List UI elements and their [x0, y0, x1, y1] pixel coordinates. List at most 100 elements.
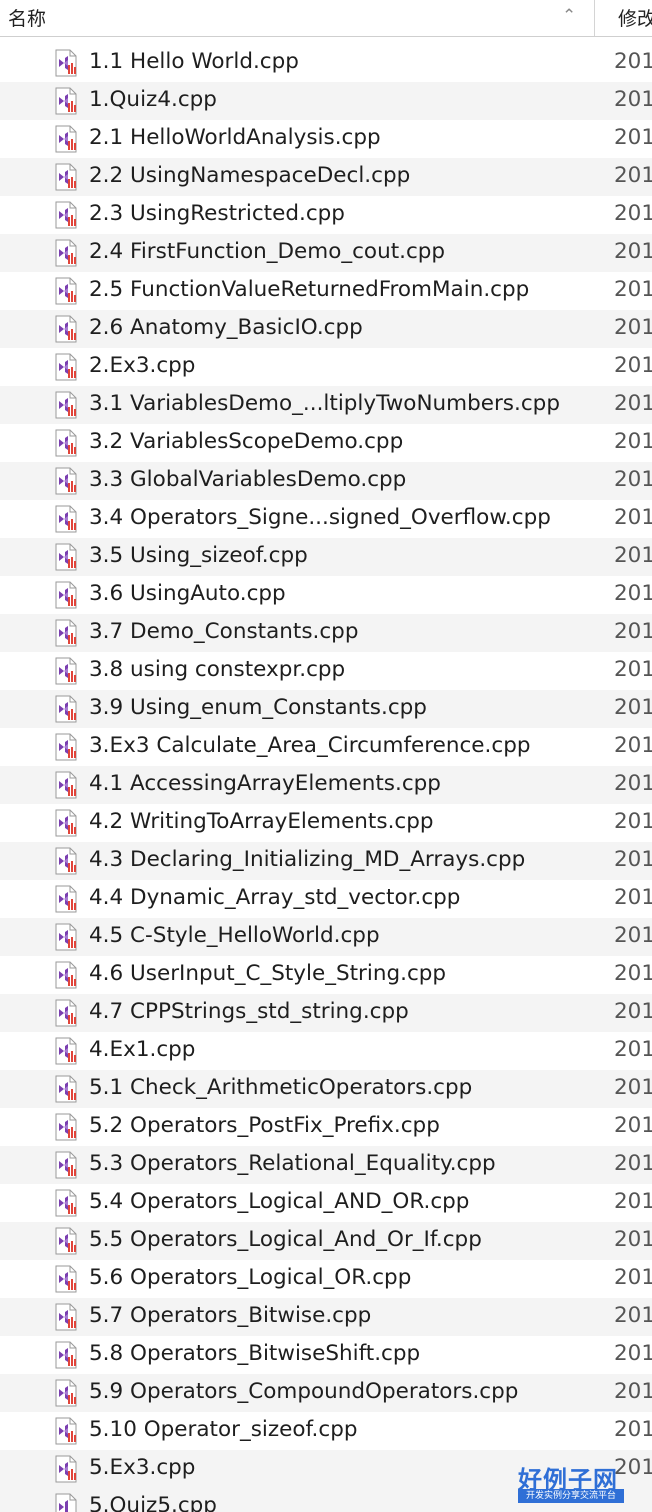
site-watermark: 好例子网 开发实例分享交流平台 [518, 1460, 630, 1504]
file-row[interactable]: 3.2 VariablesScopeDemo.cpp 201 [0, 424, 652, 462]
file-modified-date: 201 [614, 657, 652, 682]
file-modified-date: 201 [614, 429, 652, 454]
file-row[interactable]: 5.2 Operators_PostFix_Prefix.cpp 201 [0, 1108, 652, 1146]
file-row[interactable]: 3.3 GlobalVariablesDemo.cpp 201 [0, 462, 652, 500]
cpp-file-icon [55, 1227, 77, 1255]
name-column-header[interactable]: 名称 ⌃ [0, 0, 595, 36]
file-name: 5.2 Operators_PostFix_Prefix.cpp [89, 1113, 440, 1138]
file-row[interactable]: 3.1 VariablesDemo_...ltiplyTwoNumbers.cp… [0, 386, 652, 424]
cpp-file-icon [55, 847, 77, 875]
file-modified-date: 201 [614, 695, 652, 720]
file-row[interactable]: 1.1 Hello World.cpp 201 [0, 44, 652, 82]
file-modified-date: 201 [614, 1037, 652, 1062]
file-row[interactable]: 2.Ex3.cpp 201 [0, 348, 652, 386]
file-modified-date: 201 [614, 239, 652, 264]
cpp-file-icon [55, 353, 77, 381]
file-row[interactable]: 5.9 Operators_CompoundOperators.cpp 201 [0, 1374, 652, 1412]
file-row[interactable]: 4.3 Declaring_Initializing_MD_Arrays.cpp… [0, 842, 652, 880]
cpp-file-icon [55, 49, 77, 77]
cpp-file-icon [55, 429, 77, 457]
file-row[interactable]: 5.3 Operators_Relational_Equality.cpp 201 [0, 1146, 652, 1184]
file-row[interactable]: 5.6 Operators_Logical_OR.cpp 201 [0, 1260, 652, 1298]
file-name: 3.9 Using_enum_Constants.cpp [89, 695, 427, 720]
file-row[interactable]: 3.5 Using_sizeof.cpp 201 [0, 538, 652, 576]
file-row[interactable]: 5.7 Operators_Bitwise.cpp 201 [0, 1298, 652, 1336]
file-row[interactable]: 5.1 Check_ArithmeticOperators.cpp 201 [0, 1070, 652, 1108]
cpp-file-icon [55, 1493, 77, 1512]
file-row[interactable]: 1.Quiz4.cpp 201 [0, 82, 652, 120]
file-row[interactable]: 2.3 UsingRestricted.cpp 201 [0, 196, 652, 234]
file-name: 2.2 UsingNamespaceDecl.cpp [89, 163, 411, 188]
file-name: 4.6 UserInput_C_Style_String.cpp [89, 961, 447, 986]
file-row[interactable]: 3.4 Operators_Signe...signed_Overflow.cp… [0, 500, 652, 538]
cpp-file-icon [55, 1189, 77, 1217]
cpp-file-icon [55, 999, 77, 1027]
file-name: 3.7 Demo_Constants.cpp [89, 619, 359, 644]
file-row[interactable]: 4.5 C-Style_HelloWorld.cpp 201 [0, 918, 652, 956]
file-row[interactable]: 3.9 Using_enum_Constants.cpp 201 [0, 690, 652, 728]
file-name: 5.8 Operators_BitwiseShift.cpp [89, 1341, 421, 1366]
file-name: 4.Ex1.cpp [89, 1037, 196, 1062]
modified-column-label[interactable]: 修改 [618, 4, 652, 31]
file-row[interactable]: 2.4 FirstFunction_Demo_cout.cpp 201 [0, 234, 652, 272]
file-row[interactable]: 3.8 using constexpr.cpp 201 [0, 652, 652, 690]
file-row[interactable]: 5.10 Operator_sizeof.cpp 201 [0, 1412, 652, 1450]
file-modified-date: 201 [614, 619, 652, 644]
file-modified-date: 201 [614, 1341, 652, 1366]
file-name: 2.Ex3.cpp [89, 353, 196, 378]
file-modified-date: 201 [614, 1265, 652, 1290]
file-name: 5.Quiz5.cpp [89, 1493, 217, 1512]
file-name: 5.Ex3.cpp [89, 1455, 196, 1480]
file-row[interactable]: 4.7 CPPStrings_std_string.cpp 201 [0, 994, 652, 1032]
file-row[interactable]: 3.Ex3 Calculate_Area_Circumference.cpp 20… [0, 728, 652, 766]
file-name: 3.1 VariablesDemo_...ltiplyTwoNumbers.cp… [89, 391, 560, 416]
file-row[interactable]: 5.5 Operators_Logical_And_Or_If.cpp 201 [0, 1222, 652, 1260]
file-row[interactable]: 4.Ex1.cpp 201 [0, 1032, 652, 1070]
file-row[interactable]: 4.6 UserInput_C_Style_String.cpp 201 [0, 956, 652, 994]
cpp-file-icon [55, 1037, 77, 1065]
file-row[interactable]: 2.6 Anatomy_BasicIO.cpp 201 [0, 310, 652, 348]
cpp-file-icon [55, 961, 77, 989]
file-modified-date: 201 [614, 1075, 652, 1100]
file-name: 3.3 GlobalVariablesDemo.cpp [89, 467, 407, 492]
file-modified-date: 201 [614, 315, 652, 340]
file-row[interactable]: 4.2 WritingToArrayElements.cpp 201 [0, 804, 652, 842]
file-modified-date: 201 [614, 1417, 652, 1442]
file-name: 5.9 Operators_CompoundOperators.cpp [89, 1379, 519, 1404]
file-row[interactable]: 2.1 HelloWorldAnalysis.cpp 201 [0, 120, 652, 158]
file-name: 1.1 Hello World.cpp [89, 49, 299, 74]
file-row[interactable]: 2.2 UsingNamespaceDecl.cpp 201 [0, 158, 652, 196]
file-modified-date: 201 [614, 733, 652, 758]
file-modified-date: 201 [614, 505, 652, 530]
file-row[interactable]: 5.4 Operators_Logical_AND_OR.cpp 201 [0, 1184, 652, 1222]
file-row[interactable]: 3.7 Demo_Constants.cpp 201 [0, 614, 652, 652]
file-name: 4.5 C-Style_HelloWorld.cpp [89, 923, 380, 948]
cpp-file-icon [55, 1455, 77, 1483]
cpp-file-icon [55, 1379, 77, 1407]
file-name: 5.10 Operator_sizeof.cpp [89, 1417, 358, 1442]
file-modified-date: 201 [614, 1227, 652, 1252]
file-name: 4.7 CPPStrings_std_string.cpp [89, 999, 409, 1024]
file-row[interactable]: 4.4 Dynamic_Array_std_vector.cpp 201 [0, 880, 652, 918]
cpp-file-icon [55, 1265, 77, 1293]
file-modified-date: 201 [614, 201, 652, 226]
cpp-file-icon [55, 885, 77, 913]
file-modified-date: 201 [614, 1303, 652, 1328]
file-modified-date: 201 [614, 1151, 652, 1176]
file-row[interactable]: 2.5 FunctionValueReturnedFromMain.cpp 201 [0, 272, 652, 310]
sort-ascending-icon[interactable]: ⌃ [562, 6, 576, 26]
file-modified-date: 201 [614, 581, 652, 606]
file-name: 4.1 AccessingArrayElements.cpp [89, 771, 441, 796]
cpp-file-icon [55, 87, 77, 115]
file-modified-date: 201 [614, 771, 652, 796]
cpp-file-icon [55, 1075, 77, 1103]
file-row[interactable]: 5.8 Operators_BitwiseShift.cpp 201 [0, 1336, 652, 1374]
cpp-file-icon [55, 1113, 77, 1141]
file-name: 3.5 Using_sizeof.cpp [89, 543, 308, 568]
file-row[interactable]: 4.1 AccessingArrayElements.cpp 201 [0, 766, 652, 804]
file-name: 3.Ex3 Calculate_Area_Circumference.cpp [89, 733, 531, 758]
file-row[interactable]: 3.6 UsingAuto.cpp 201 [0, 576, 652, 614]
file-name: 1.Quiz4.cpp [89, 87, 217, 112]
cpp-file-icon [55, 923, 77, 951]
file-modified-date: 201 [614, 809, 652, 834]
